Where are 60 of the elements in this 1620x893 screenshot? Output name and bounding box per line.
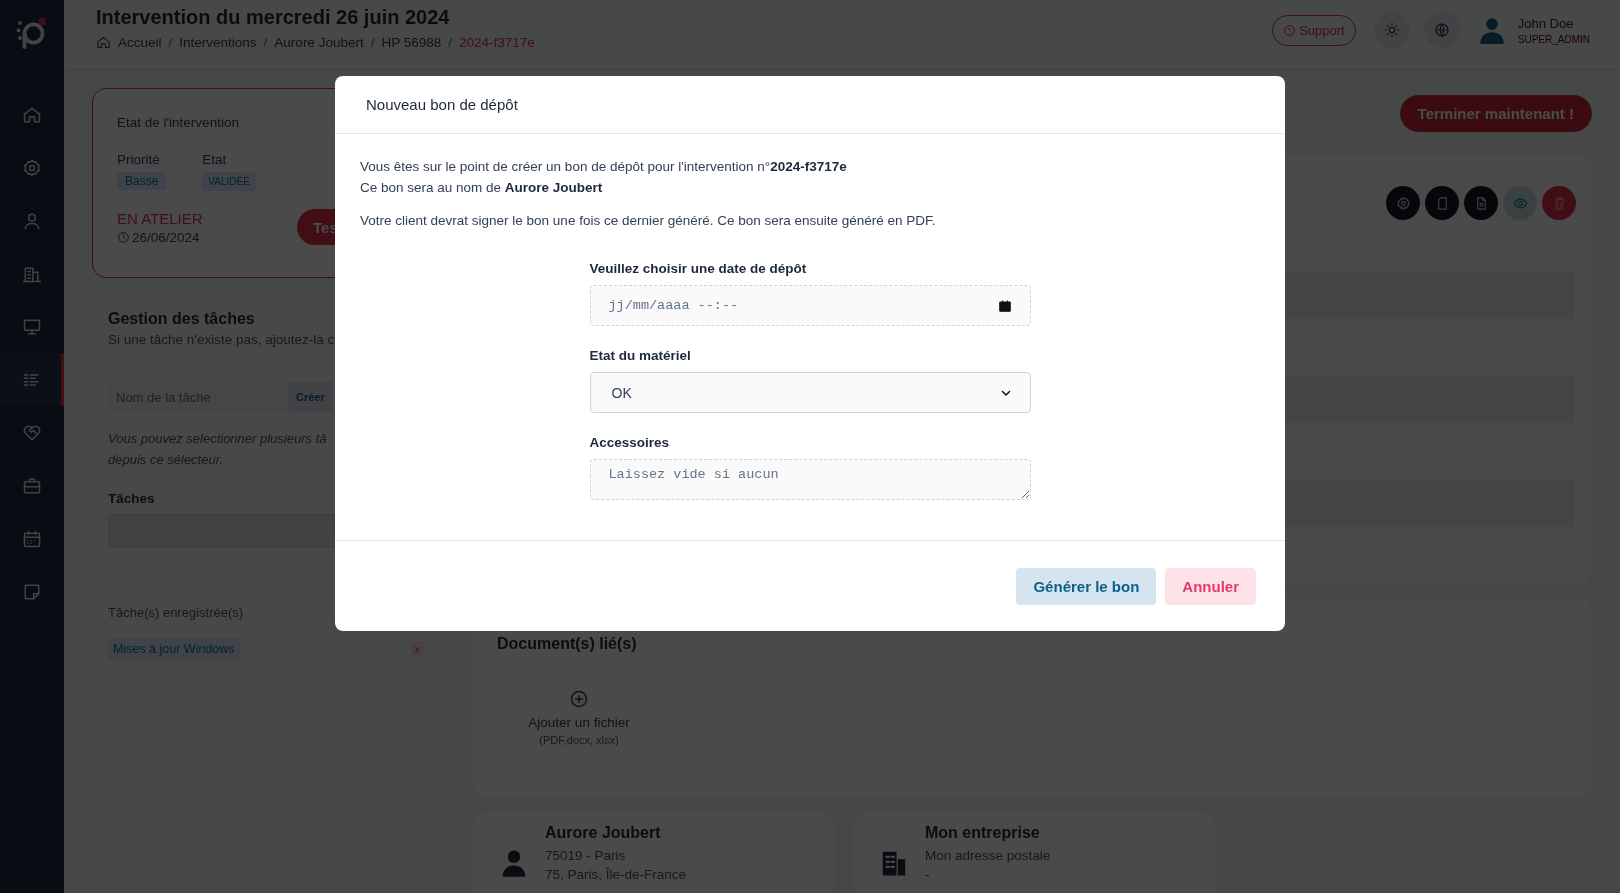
card-title: Gestion des tâches bbox=[108, 310, 255, 328]
settings-icon bbox=[1395, 195, 1411, 211]
cancel-button[interactable]: Annuler bbox=[1165, 567, 1256, 605]
breadcrumb-link[interactable]: Interventions bbox=[179, 35, 257, 50]
text-area[interactable]: Laissez vide si aucun bbox=[589, 459, 1031, 500]
contact-name: Aurore Joubert bbox=[545, 824, 662, 842]
eye-icon bbox=[1512, 195, 1528, 211]
settings-icon bbox=[22, 157, 42, 178]
field-label: Etat bbox=[202, 152, 228, 167]
upload-label: Ajouter un fichier bbox=[528, 715, 630, 730]
plus-circle-icon bbox=[569, 689, 589, 709]
breadcrumb-separator: / bbox=[448, 35, 452, 50]
breadcrumb-link[interactable]: 2024-f3717e bbox=[459, 35, 535, 50]
select-field[interactable]: OK bbox=[589, 372, 1031, 413]
dialog-text: Votre client devrat signer le bon une fois ce dernier généré. Ce bon sera ensuite généré en PDF. bbox=[360, 212, 937, 230]
status-tag: VALIDÉE bbox=[202, 172, 256, 191]
breadcrumb-separator: / bbox=[263, 35, 268, 50]
globe-icon bbox=[1433, 22, 1450, 38]
field-label: Etat du matériel bbox=[589, 348, 692, 363]
field-label: Tâches bbox=[108, 491, 156, 506]
breadcrumb-link[interactable]: HP 56988 bbox=[381, 35, 442, 50]
action-button[interactable] bbox=[1425, 186, 1459, 220]
breadcrumb-separator: / bbox=[370, 35, 375, 50]
user-name: John Doe bbox=[1517, 15, 1575, 31]
field-label: Accessoires bbox=[589, 435, 671, 450]
help-icon bbox=[1283, 23, 1297, 37]
task-tag: Mises à jour Windows bbox=[108, 638, 240, 660]
location-status: EN ATELIER bbox=[117, 209, 203, 227]
dialog-title: Nouveau bon de dépôt bbox=[366, 96, 518, 113]
status-tag: Basse bbox=[117, 172, 167, 190]
sun-icon bbox=[1383, 22, 1400, 38]
theme-button[interactable] bbox=[1373, 12, 1410, 48]
date-field[interactable]: jj/mm/aaaa --:-- bbox=[589, 285, 1031, 326]
home-icon bbox=[96, 35, 111, 50]
heart-handshake-icon bbox=[22, 422, 42, 443]
action-button[interactable] bbox=[1542, 186, 1576, 220]
page-title: Intervention du mercredi 26 juin 2024 bbox=[96, 6, 451, 29]
breadcrumb-link[interactable]: Aurore Joubert bbox=[274, 35, 364, 50]
create-button[interactable]: Créer bbox=[289, 382, 332, 412]
generate-button[interactable]: Générer le bon bbox=[1016, 567, 1157, 605]
action-button[interactable] bbox=[1503, 186, 1537, 220]
language-button[interactable] bbox=[1423, 12, 1460, 48]
action-button[interactable] bbox=[1464, 186, 1498, 220]
dialog-text: Vous êtes sur le point de créer un bon de dépôt pour l'intervention n°2024-f3717e Ce bon sera au nom de Aurore Joubert bbox=[360, 158, 848, 197]
card-title: Etat de l'intervention bbox=[117, 115, 239, 130]
sidebar-item[interactable] bbox=[0, 353, 64, 406]
date-text: 26/06/2024 bbox=[132, 229, 200, 245]
clock-icon bbox=[117, 230, 130, 244]
field-label: Priorité bbox=[117, 152, 161, 167]
contact-line: - bbox=[925, 866, 931, 884]
card-title: Document(s) lié(s) bbox=[497, 635, 638, 653]
calendar-icon bbox=[22, 528, 42, 549]
breadcrumb-separator: / bbox=[168, 35, 173, 50]
avatar-icon bbox=[1477, 16, 1506, 44]
calendar-icon bbox=[997, 298, 1012, 313]
user-role: SUPER_ADMIN bbox=[1517, 33, 1590, 45]
field-label: Veuillez choisir une date de dépôt bbox=[589, 261, 808, 276]
contact-name: Mon entreprise bbox=[925, 824, 1041, 842]
action-button[interactable] bbox=[1386, 186, 1420, 220]
breadcrumb-link[interactable]: Accueil bbox=[118, 35, 162, 50]
